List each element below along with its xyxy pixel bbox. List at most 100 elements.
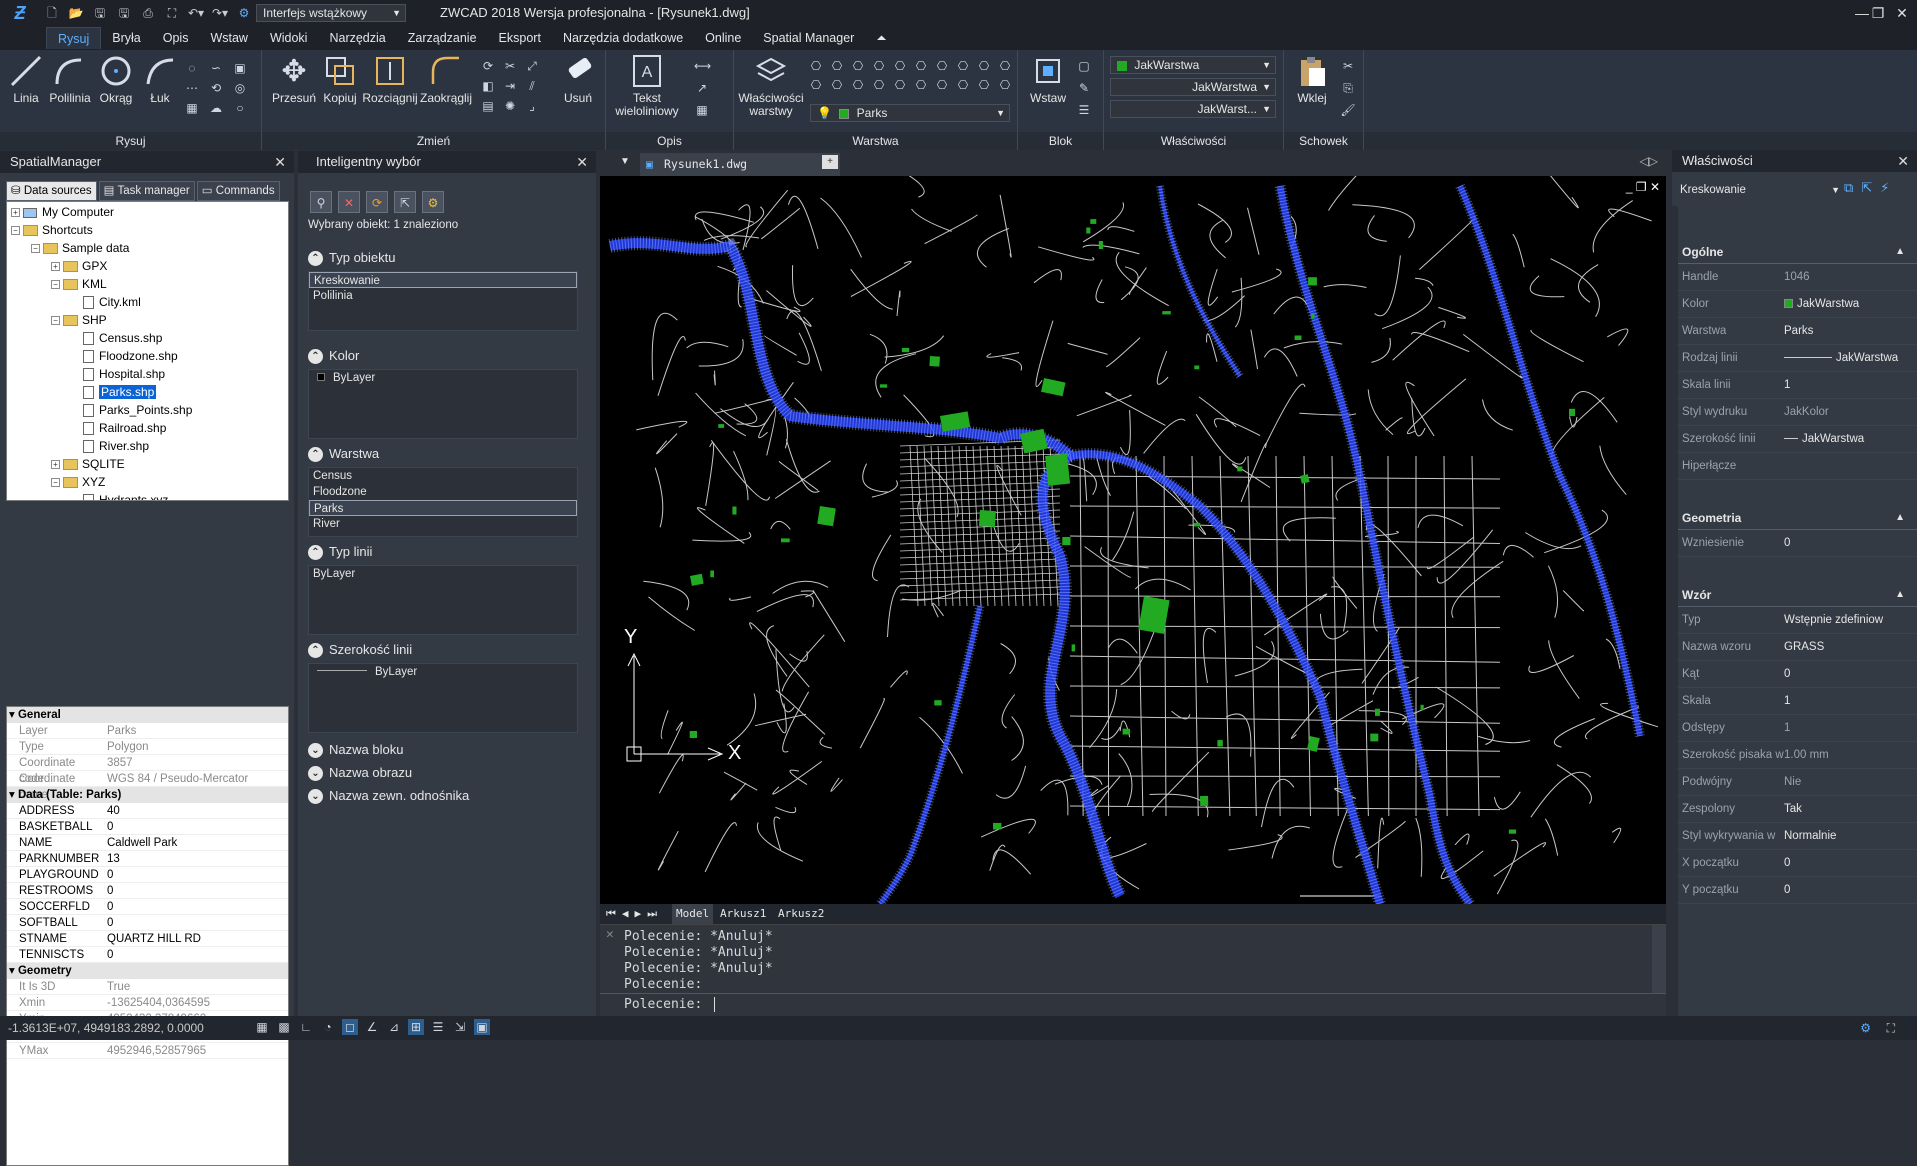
- line-button[interactable]: Linia: [2, 54, 50, 105]
- app-logo-icon[interactable]: Ƶ: [0, 0, 40, 26]
- property-row[interactable]: Handle1046: [1672, 264, 1917, 291]
- ring-icon[interactable]: ○: [232, 100, 248, 116]
- property-row[interactable]: WarstwaParks: [1672, 318, 1917, 345]
- property-row[interactable]: Szerokość pisaka w1.00 mm: [1672, 742, 1917, 769]
- mirror-icon[interactable]: ◧: [480, 78, 496, 94]
- close-icon[interactable]: ✕: [576, 151, 588, 173]
- property-row[interactable]: Coordinate code3857: [7, 755, 288, 771]
- tab-rysuj[interactable]: Rysuj: [46, 27, 101, 49]
- property-row[interactable]: SOFTBALL0: [7, 915, 288, 931]
- point-icon[interactable]: ⋯: [184, 80, 200, 96]
- property-row[interactable]: Xmin-13625404,0364595: [7, 995, 288, 1011]
- layer-tool-icon[interactable]: ⎔: [808, 77, 824, 93]
- layer-tool-icon[interactable]: ⎔: [934, 58, 950, 74]
- tree-node[interactable]: +My Computer: [11, 203, 114, 221]
- quick-select-icon[interactable]: ⚡: [1880, 180, 1889, 196]
- tab-opis[interactable]: Opis: [152, 27, 200, 49]
- settings-icon[interactable]: ⚙: [422, 191, 444, 213]
- match-properties-icon[interactable]: 🖌: [1340, 102, 1356, 118]
- property-row[interactable]: PodwójnyNie: [1672, 769, 1917, 796]
- layer-tool-icon[interactable]: ⎔: [976, 77, 992, 93]
- expander-icon[interactable]: +: [11, 208, 20, 217]
- layer-tool-icon[interactable]: ⎔: [850, 58, 866, 74]
- expander-icon[interactable]: −: [51, 280, 60, 289]
- layout-tab-arkusz2[interactable]: Arkusz2: [778, 904, 824, 924]
- tab-wstaw[interactable]: Wstaw: [199, 27, 259, 49]
- open-icon[interactable]: 📂: [67, 5, 85, 21]
- zoom-icon[interactable]: ⛶: [163, 5, 181, 21]
- layer-tool-icon[interactable]: ⎔: [955, 77, 971, 93]
- property-row[interactable]: Odstępy1: [1672, 715, 1917, 742]
- tree-node[interactable]: Census.shp: [71, 329, 162, 347]
- save-as-icon[interactable]: 🖫: [115, 5, 133, 21]
- revcloud-icon[interactable]: ⟲: [208, 80, 224, 96]
- property-row[interactable]: Skala linii1: [1672, 372, 1917, 399]
- layer-tool-icon[interactable]: ⎔: [913, 58, 929, 74]
- layout-tab-arkusz1[interactable]: Arkusz1: [720, 904, 766, 924]
- tree-node[interactable]: −KML: [51, 275, 107, 293]
- property-row[interactable]: Kąt0: [1672, 661, 1917, 688]
- lineweight-toggle-icon[interactable]: ☰: [430, 1019, 446, 1035]
- layer-tool-icon[interactable]: ⎔: [934, 77, 950, 93]
- property-row[interactable]: ZespolonyTak: [1672, 796, 1917, 823]
- cut-icon[interactable]: ✂: [1340, 58, 1356, 74]
- tree-node[interactable]: Parks.shp: [71, 383, 156, 401]
- copy-clip-icon[interactable]: ⎘: [1340, 80, 1356, 96]
- extend-icon[interactable]: ⇥: [502, 78, 518, 94]
- donut-icon[interactable]: ◎: [232, 80, 248, 96]
- insert-block-button[interactable]: Wstaw: [1024, 54, 1072, 105]
- layer-tool-icon[interactable]: ⎔: [829, 77, 845, 93]
- layer-tool-icon[interactable]: ⎔: [997, 77, 1013, 93]
- property-row[interactable]: Styl wydrukuJakKolor: [1672, 399, 1917, 426]
- maximize-button[interactable]: ❐: [1866, 2, 1890, 24]
- property-row[interactable]: Y początku0: [1672, 877, 1917, 904]
- close-icon[interactable]: ✕: [606, 927, 614, 942]
- list-item[interactable]: ByLayer: [309, 664, 577, 680]
- layer-tool-icon[interactable]: ⎔: [892, 58, 908, 74]
- dynamic-ucs-icon[interactable]: ⊿: [386, 1019, 402, 1035]
- property-row[interactable]: TypWstępnie zdefiniow: [1672, 607, 1917, 634]
- new-tab-icon[interactable]: +: [822, 155, 838, 169]
- property-section[interactable]: ▾ Geometry: [7, 963, 288, 979]
- tree-node[interactable]: River.shp: [71, 437, 149, 455]
- dimension-icon[interactable]: ⟷: [694, 58, 710, 74]
- list-item[interactable]: ByLayer: [309, 370, 577, 386]
- selection-type-dropdown[interactable]: Kreskowanie ▼: [1680, 180, 1840, 200]
- scale-icon[interactable]: ⤢: [524, 58, 540, 74]
- layer-tool-icon[interactable]: ⎔: [955, 58, 971, 74]
- list-item[interactable]: Kreskowanie: [309, 272, 577, 288]
- list-item[interactable]: Floodzone: [309, 484, 577, 500]
- paste-button[interactable]: Wklej: [1288, 54, 1336, 105]
- property-row[interactable]: Coordinate nameWGS 84 / Pseudo-Mercator: [7, 771, 288, 787]
- new-icon[interactable]: 🗋: [43, 5, 61, 21]
- tab-task-manager[interactable]: ▤ Task manager: [99, 181, 195, 201]
- osnap-icon[interactable]: ◻: [342, 1019, 358, 1035]
- list-item[interactable]: Census: [309, 468, 577, 484]
- select-filter-icon[interactable]: ⚲: [310, 191, 332, 213]
- trim-icon[interactable]: ✂: [502, 58, 518, 74]
- tab-eksport[interactable]: Eksport: [488, 27, 552, 49]
- layer-tool-icon[interactable]: ⎔: [850, 77, 866, 93]
- explode-icon[interactable]: ✺: [502, 98, 518, 114]
- rotate-icon[interactable]: ⟳: [480, 58, 496, 74]
- expander-icon[interactable]: +: [51, 262, 60, 271]
- property-row[interactable]: STNAMEQUARTZ HILL RD: [7, 931, 288, 947]
- layer-tool-icon[interactable]: ⎔: [913, 77, 929, 93]
- property-row[interactable]: LayerParks: [7, 723, 288, 739]
- list-item[interactable]: River: [309, 516, 577, 532]
- close-button[interactable]: ✕: [1890, 2, 1914, 24]
- tab-bryla[interactable]: Bryła: [101, 27, 151, 49]
- tab-widoki[interactable]: Widoki: [259, 27, 319, 49]
- table-icon[interactable]: ▦: [694, 102, 710, 118]
- create-block-icon[interactable]: ▢: [1076, 58, 1092, 74]
- layer-tool-icon[interactable]: ⎔: [871, 58, 887, 74]
- tabs-menu-icon[interactable]: ▼: [620, 156, 630, 167]
- circle-button[interactable]: Okrąg: [92, 54, 140, 105]
- chamfer-icon[interactable]: ⌟: [524, 98, 540, 114]
- ellipse-icon[interactable]: ◌: [184, 60, 200, 76]
- tab-narzedzia[interactable]: Narzędzia: [318, 27, 396, 49]
- offset-icon[interactable]: ⫽: [524, 78, 540, 94]
- command-input[interactable]: Polecenie:: [624, 997, 723, 1012]
- cloud-icon[interactable]: ☁: [208, 100, 224, 116]
- drawing-canvas[interactable]: _ ❐ ✕ Y X: [600, 176, 1666, 904]
